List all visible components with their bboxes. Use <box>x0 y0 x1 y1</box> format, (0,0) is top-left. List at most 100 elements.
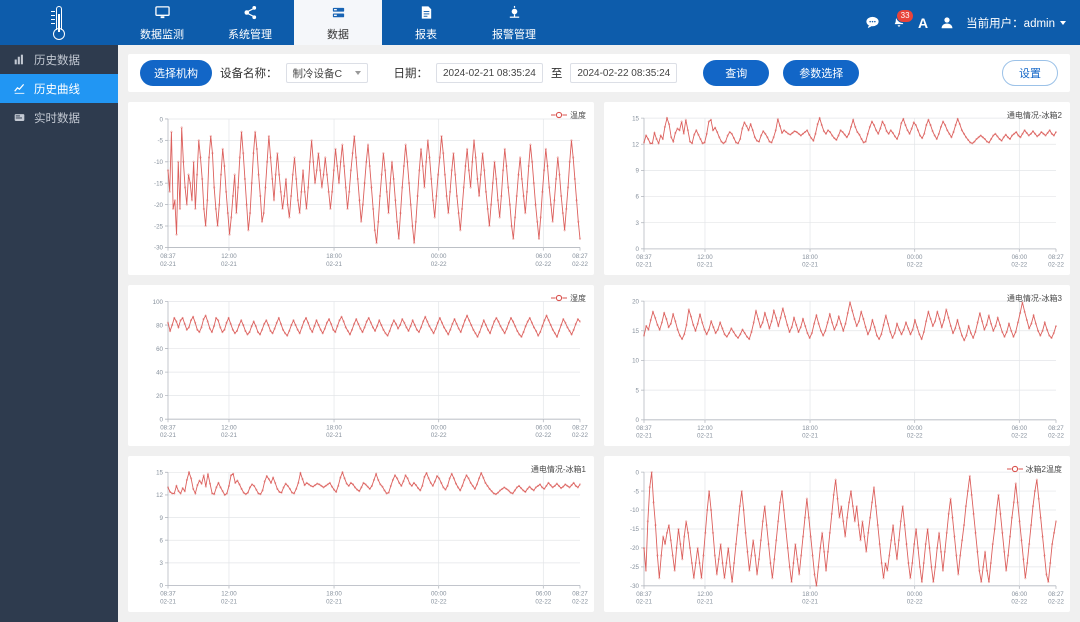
svg-text:-30: -30 <box>630 583 639 590</box>
svg-text:-5: -5 <box>633 488 639 495</box>
svg-text:02-22: 02-22 <box>572 261 588 268</box>
svg-text:02-21: 02-21 <box>326 432 342 439</box>
date-start-input[interactable]: 2024-02-21 08:35:24 <box>436 63 543 83</box>
chart-legend[interactable]: 冰箱2温度 <box>1006 464 1062 475</box>
date-label: 日期： <box>393 68 429 80</box>
svg-text:02-22: 02-22 <box>1048 432 1064 439</box>
tab-report[interactable]: 报表 <box>382 0 470 45</box>
chevron-down-icon <box>354 71 361 75</box>
svg-text:08:37: 08:37 <box>636 254 652 261</box>
svg-text:06:00: 06:00 <box>1012 425 1028 432</box>
svg-text:08:27: 08:27 <box>572 591 588 598</box>
svg-text:18:00: 18:00 <box>802 254 818 261</box>
svg-text:06:00: 06:00 <box>1012 591 1028 598</box>
svg-text:02-22: 02-22 <box>907 432 923 439</box>
settings-button[interactable]: 设置 <box>1002 60 1058 86</box>
svg-text:-15: -15 <box>154 180 163 187</box>
current-user-menu[interactable]: 当前用户：admin <box>966 15 1066 31</box>
chart-plot: 10080604020008:3702-2112:0002-2118:0002-… <box>153 299 589 440</box>
svg-text:100: 100 <box>153 299 164 306</box>
svg-text:08:37: 08:37 <box>160 591 176 598</box>
svg-text:00:00: 00:00 <box>907 591 923 598</box>
svg-text:08:27: 08:27 <box>1048 425 1064 432</box>
share-nodes-icon <box>243 4 258 22</box>
chart-legend[interactable]: 通电情况-冰箱3 <box>1004 293 1062 304</box>
svg-text:02-21: 02-21 <box>802 261 818 268</box>
app-logo <box>0 0 118 45</box>
svg-text:02-21: 02-21 <box>697 261 713 268</box>
database-icon <box>331 4 346 22</box>
svg-text:12: 12 <box>156 492 163 499</box>
svg-text:18:00: 18:00 <box>326 424 342 431</box>
chart-card: 通电情况-冰箱2 15 12 9 6 3 0 08:37 02-21 12:00 02-21 18:… <box>604 102 1070 275</box>
chart-card: 温度 0 -5 -10 -15 -20 -25 -30 08:37 02-21 12:00 02-2… <box>128 102 594 275</box>
svg-text:10: 10 <box>632 358 639 365</box>
chart-legend[interactable]: 通电情况-冰箱2 <box>1004 110 1062 121</box>
svg-text:9: 9 <box>160 515 164 522</box>
svg-text:00:00: 00:00 <box>431 253 447 260</box>
svg-text:0: 0 <box>160 583 164 590</box>
svg-text:5: 5 <box>636 387 640 394</box>
user-icon[interactable] <box>940 16 954 30</box>
svg-text:12:00: 12:00 <box>221 424 237 431</box>
message-icon[interactable] <box>865 15 880 30</box>
svg-text:02-21: 02-21 <box>636 261 652 268</box>
date-end-input[interactable]: 2024-02-22 08:35:24 <box>570 63 678 83</box>
svg-text:-10: -10 <box>630 507 639 514</box>
legend-label: 通电情况-冰箱2 <box>1006 111 1062 120</box>
sidebar-item-history-curve[interactable]: 历史曲线 <box>0 74 118 103</box>
sidebar-item-realtime-data[interactable]: 实时数据 <box>0 103 118 132</box>
svg-text:12:00: 12:00 <box>697 254 713 261</box>
svg-text:08:37: 08:37 <box>160 253 176 260</box>
filter-toolbar: 选择机构 设备名称： 制冷设备C 日期： 2024-02-21 08:35:24… <box>128 54 1070 92</box>
tab-label: 报警管理 <box>492 28 536 41</box>
svg-text:6: 6 <box>636 194 640 201</box>
svg-text:0: 0 <box>636 417 640 424</box>
svg-text:0: 0 <box>636 469 640 476</box>
app-root: 数据监测 系统管理 数据 报表 报警管理 33 A 当前用户：admin 历史数… <box>0 0 1080 622</box>
header-actions: 33 A 当前用户：admin <box>865 0 1080 45</box>
svg-text:06:00: 06:00 <box>536 424 552 431</box>
tab-data[interactable]: 数据 <box>294 0 382 45</box>
sidebar: 历史数据 历史曲线 实时数据 <box>0 45 118 622</box>
tab-alarm-management[interactable]: 报警管理 <box>470 0 558 45</box>
svg-text:3: 3 <box>636 220 640 227</box>
svg-text:02-22: 02-22 <box>572 432 588 439</box>
legend-label: 通电情况-冰箱1 <box>530 465 586 474</box>
chart-legend[interactable]: 通电情况-冰箱1 <box>528 464 586 475</box>
parameter-select-button[interactable]: 参数选择 <box>783 60 860 86</box>
svg-text:02-21: 02-21 <box>326 598 342 605</box>
select-organization-button[interactable]: 选择机构 <box>140 60 212 86</box>
svg-text:02-21: 02-21 <box>802 432 818 439</box>
nav-tabs: 数据监测 系统管理 数据 报表 报警管理 <box>118 0 558 45</box>
svg-text:-20: -20 <box>154 202 163 209</box>
svg-text:08:37: 08:37 <box>160 424 176 431</box>
tab-system-management[interactable]: 系统管理 <box>206 0 294 45</box>
svg-text:06:00: 06:00 <box>536 591 552 598</box>
tab-data-monitoring[interactable]: 数据监测 <box>118 0 206 45</box>
chart-plot: 2015105008:3702-2112:0002-2118:0002-2100… <box>632 298 1064 439</box>
svg-text:02-22: 02-22 <box>431 432 447 439</box>
svg-text:00:00: 00:00 <box>907 254 923 261</box>
device-name-select[interactable]: 制冷设备C <box>285 63 368 83</box>
chart-legend[interactable]: 温度 <box>551 110 586 121</box>
svg-text:0: 0 <box>160 416 164 423</box>
svg-text:3: 3 <box>160 560 164 567</box>
bell-icon[interactable]: 33 <box>892 9 915 30</box>
svg-text:18:00: 18:00 <box>802 425 818 432</box>
svg-text:08:27: 08:27 <box>572 424 588 431</box>
svg-text:02-22: 02-22 <box>431 598 447 605</box>
legend-label: 湿度 <box>570 294 586 303</box>
svg-text:06:00: 06:00 <box>536 253 552 260</box>
tab-label: 数据监测 <box>140 28 184 41</box>
chart-card: 通电情况-冰箱3 20 15 10 5 0 08:37 02-21 12:00 02-21 18:… <box>604 285 1070 446</box>
report-icon <box>419 4 434 22</box>
svg-text:02-22: 02-22 <box>1011 598 1027 605</box>
svg-text:02-22: 02-22 <box>907 261 923 268</box>
font-size-icon[interactable]: A <box>918 15 928 31</box>
current-user-label: 当前用户：admin <box>966 17 1055 30</box>
sidebar-item-history-data[interactable]: 历史数据 <box>0 45 118 74</box>
svg-text:02-22: 02-22 <box>1048 598 1064 605</box>
chart-legend[interactable]: 湿度 <box>551 293 586 304</box>
query-button[interactable]: 查询 <box>703 60 770 86</box>
